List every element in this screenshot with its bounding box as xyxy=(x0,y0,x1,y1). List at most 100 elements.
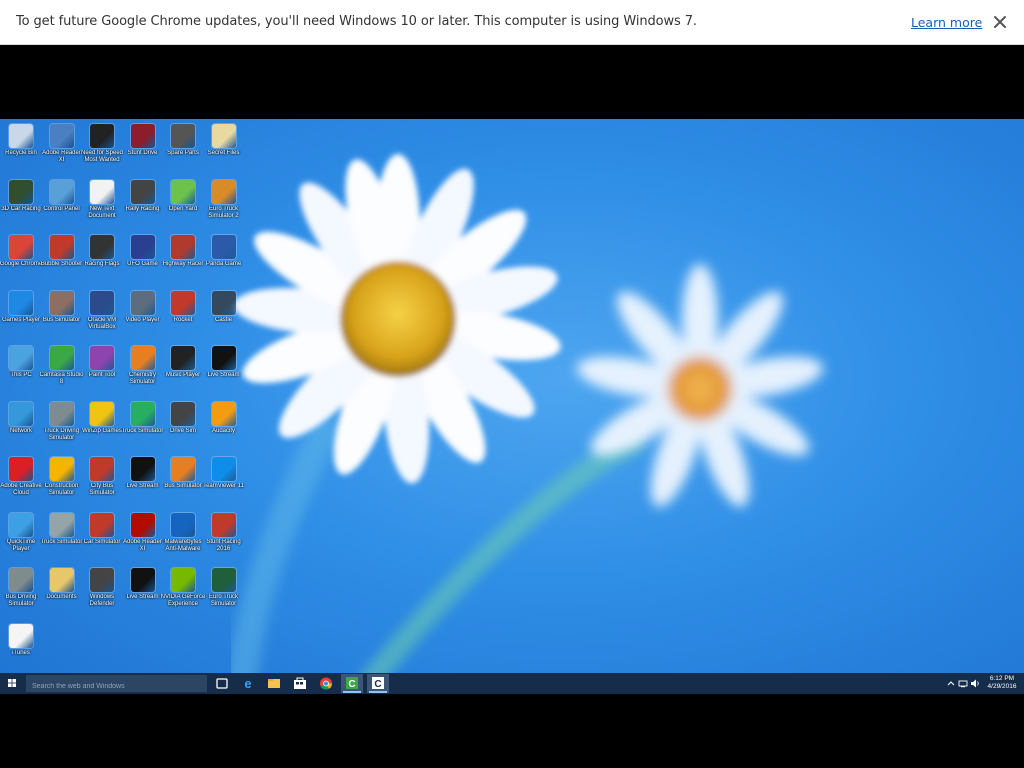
desktop-icon[interactable]: Network xyxy=(2,399,42,451)
learn-more-link[interactable]: Learn more xyxy=(911,15,982,30)
desktop-icon[interactable]: Truck Simulator xyxy=(122,399,164,451)
desktop-icon[interactable]: Need for Speed Most Wanted xyxy=(81,121,123,173)
chrome-icon[interactable] xyxy=(315,674,337,693)
desktop-icon[interactable]: Live Stream xyxy=(124,565,164,617)
desktop-icon[interactable]: Chemistry Simulator xyxy=(124,343,164,395)
chevron-up-icon[interactable] xyxy=(946,673,956,694)
desktop-icon-label: Malwarebytes Anti-Malware xyxy=(164,538,202,552)
desktop-icon-label: Audacity xyxy=(211,427,235,434)
desktop-icon[interactable]: NVIDIA GeForce Experience xyxy=(161,565,205,617)
desktop-icon[interactable]: Windows Defender xyxy=(83,565,123,617)
app-icon xyxy=(130,290,155,315)
desktop-icon[interactable]: Rally Racing xyxy=(124,177,164,229)
search-input[interactable] xyxy=(26,678,207,695)
desktop-icon[interactable]: Bus Simulator xyxy=(43,288,83,340)
control-panel-icon xyxy=(49,179,74,204)
desktop-icon[interactable]: Open Yard xyxy=(164,177,204,229)
desktop-icon[interactable]: Recycle Bin xyxy=(2,121,42,173)
desktop-icon[interactable]: Bus Simulator xyxy=(164,454,204,506)
desktop-icon-label: iTunes xyxy=(12,649,30,656)
desktop-icon[interactable]: Truck Simulator xyxy=(41,510,83,562)
desktop-icon-label: Truck Simulator xyxy=(121,427,164,434)
desktop-icon-label: Construction Simulator xyxy=(44,483,79,496)
desktop-icon[interactable]: 3D Car Racing xyxy=(1,177,42,229)
desktop-icon-label: Secret Files xyxy=(207,150,240,156)
desktop-icon[interactable]: Live Stream xyxy=(205,343,245,395)
system-clock[interactable]: 6:12 PM 4/29/2016 xyxy=(984,675,1020,691)
desktop-icon[interactable]: Racing Flags xyxy=(83,232,123,284)
desktop-icon[interactable]: Control Panel xyxy=(43,177,83,229)
folder-icon xyxy=(211,124,236,148)
desktop-icon[interactable]: Bus Driving Simulator xyxy=(2,565,42,617)
camtasia-icon[interactable]: C xyxy=(341,674,363,693)
windows-desktop: Recycle Bin Adobe Reader XI Need for Speed… xyxy=(0,119,1024,694)
desktop-icon[interactable]: Castle xyxy=(205,288,245,340)
desktop-icon[interactable]: Audacity xyxy=(205,399,245,451)
desktop-icon[interactable]: iTunes xyxy=(2,621,42,673)
desktop-icon[interactable]: Paint Tool xyxy=(83,343,123,395)
desktop-icon[interactable]: UFO Game xyxy=(124,232,164,284)
itunes-icon xyxy=(9,623,33,648)
desktop-icon[interactable]: QuickTime Player xyxy=(2,510,42,562)
desktop-icon-label: This PC xyxy=(10,372,32,378)
desktop-icon[interactable]: Bubble Shooter xyxy=(41,232,83,284)
desktop-icon[interactable]: Spare Parts xyxy=(164,121,204,173)
start-button[interactable] xyxy=(0,673,24,694)
desktop-icon[interactable]: WinZip Games xyxy=(82,399,123,451)
desktop-icon-label: Truck Driving Simulator xyxy=(43,427,80,441)
volume-icon[interactable] xyxy=(970,673,980,694)
desktop-icon[interactable]: Adobe Reader XI xyxy=(123,510,164,562)
store-icon[interactable] xyxy=(289,674,311,693)
file-explorer-icon[interactable] xyxy=(263,674,285,693)
desktop-icon[interactable]: Panda Game xyxy=(205,232,245,284)
desktop-icon-label: Euro Truck Simulator xyxy=(208,594,238,607)
desktop-icon[interactable]: Euro Truck Simulator 2 xyxy=(205,177,245,229)
desktop-icon-label: Stunt Drive xyxy=(127,150,158,156)
desktop-icon-label: TeamViewer 11 xyxy=(203,483,244,489)
desktop-icon[interactable]: Camtasia Studio 8 xyxy=(39,343,84,395)
desktop-icon[interactable]: Car Simulator xyxy=(83,510,123,562)
desktop-icon-label: Spare Parts xyxy=(167,150,199,156)
desktop-icon[interactable]: This PC xyxy=(2,343,42,395)
camtasia-recorder-icon[interactable]: C xyxy=(367,674,389,693)
desktop-icon[interactable]: Rocket xyxy=(164,288,204,340)
close-icon[interactable] xyxy=(990,12,1010,32)
desktop-icon[interactable]: Oracle VM VirtualBox xyxy=(83,288,123,340)
game-icon xyxy=(171,124,195,148)
desktop-icon[interactable]: Truck Driving Simulator xyxy=(43,399,83,451)
desktop-icon[interactable]: Stunt Racing 2016 xyxy=(205,510,245,562)
desktop-icon[interactable]: Adobe Reader XI xyxy=(42,121,83,173)
desktop-icon[interactable]: Construction Simulator xyxy=(43,454,83,506)
desktop-icon[interactable]: Malwarebytes Anti-Malware xyxy=(164,510,204,562)
game-icon xyxy=(49,512,74,537)
desktop-icon[interactable]: Video Player xyxy=(124,288,164,340)
desktop-icon-label: Chemistry Simulator xyxy=(128,372,156,385)
desktop-icon[interactable]: Google Chrome xyxy=(0,232,42,284)
desktop-icon-label: Bus Simulator xyxy=(42,316,81,323)
game-icon xyxy=(171,457,195,481)
desktop-icon[interactable]: Highway Racer xyxy=(163,232,204,284)
desktop-icon[interactable]: Music Player xyxy=(164,343,204,395)
desktop-icon[interactable]: New Text Document xyxy=(83,177,123,229)
taskbar-search-box[interactable] xyxy=(26,675,207,695)
desktop-icon-label: QuickTime Player xyxy=(6,538,36,552)
game-icon xyxy=(130,124,155,148)
game-icon xyxy=(130,179,155,204)
task-view-icon[interactable] xyxy=(211,674,233,693)
desktop-icon[interactable]: Secret Files xyxy=(205,121,245,173)
desktop-icon[interactable]: Adobe Creative Cloud xyxy=(0,454,42,506)
network-icon[interactable] xyxy=(958,673,968,694)
edge-icon[interactable]: e xyxy=(237,674,259,693)
desktop-icon[interactable]: City Bus Simulator xyxy=(83,454,123,506)
desktop-icon[interactable]: Games Player xyxy=(2,288,42,340)
desktop-icon[interactable]: TeamViewer 11 xyxy=(203,454,245,506)
game-icon xyxy=(130,401,155,426)
desktop-icon[interactable]: Live Stream xyxy=(124,454,164,506)
desktop-icon[interactable]: Euro Truck Simulator xyxy=(205,565,245,617)
chrome-update-infobar: To get future Google Chrome updates, you… xyxy=(0,0,1024,45)
desktop-icon-label: Open Yard xyxy=(168,205,198,212)
clock-date: 4/29/2016 xyxy=(987,683,1017,690)
desktop-icon[interactable]: Drive Sim xyxy=(164,399,204,451)
desktop-icon[interactable]: Stunt Drive xyxy=(124,121,164,173)
desktop-icon[interactable]: Documents xyxy=(43,565,83,617)
